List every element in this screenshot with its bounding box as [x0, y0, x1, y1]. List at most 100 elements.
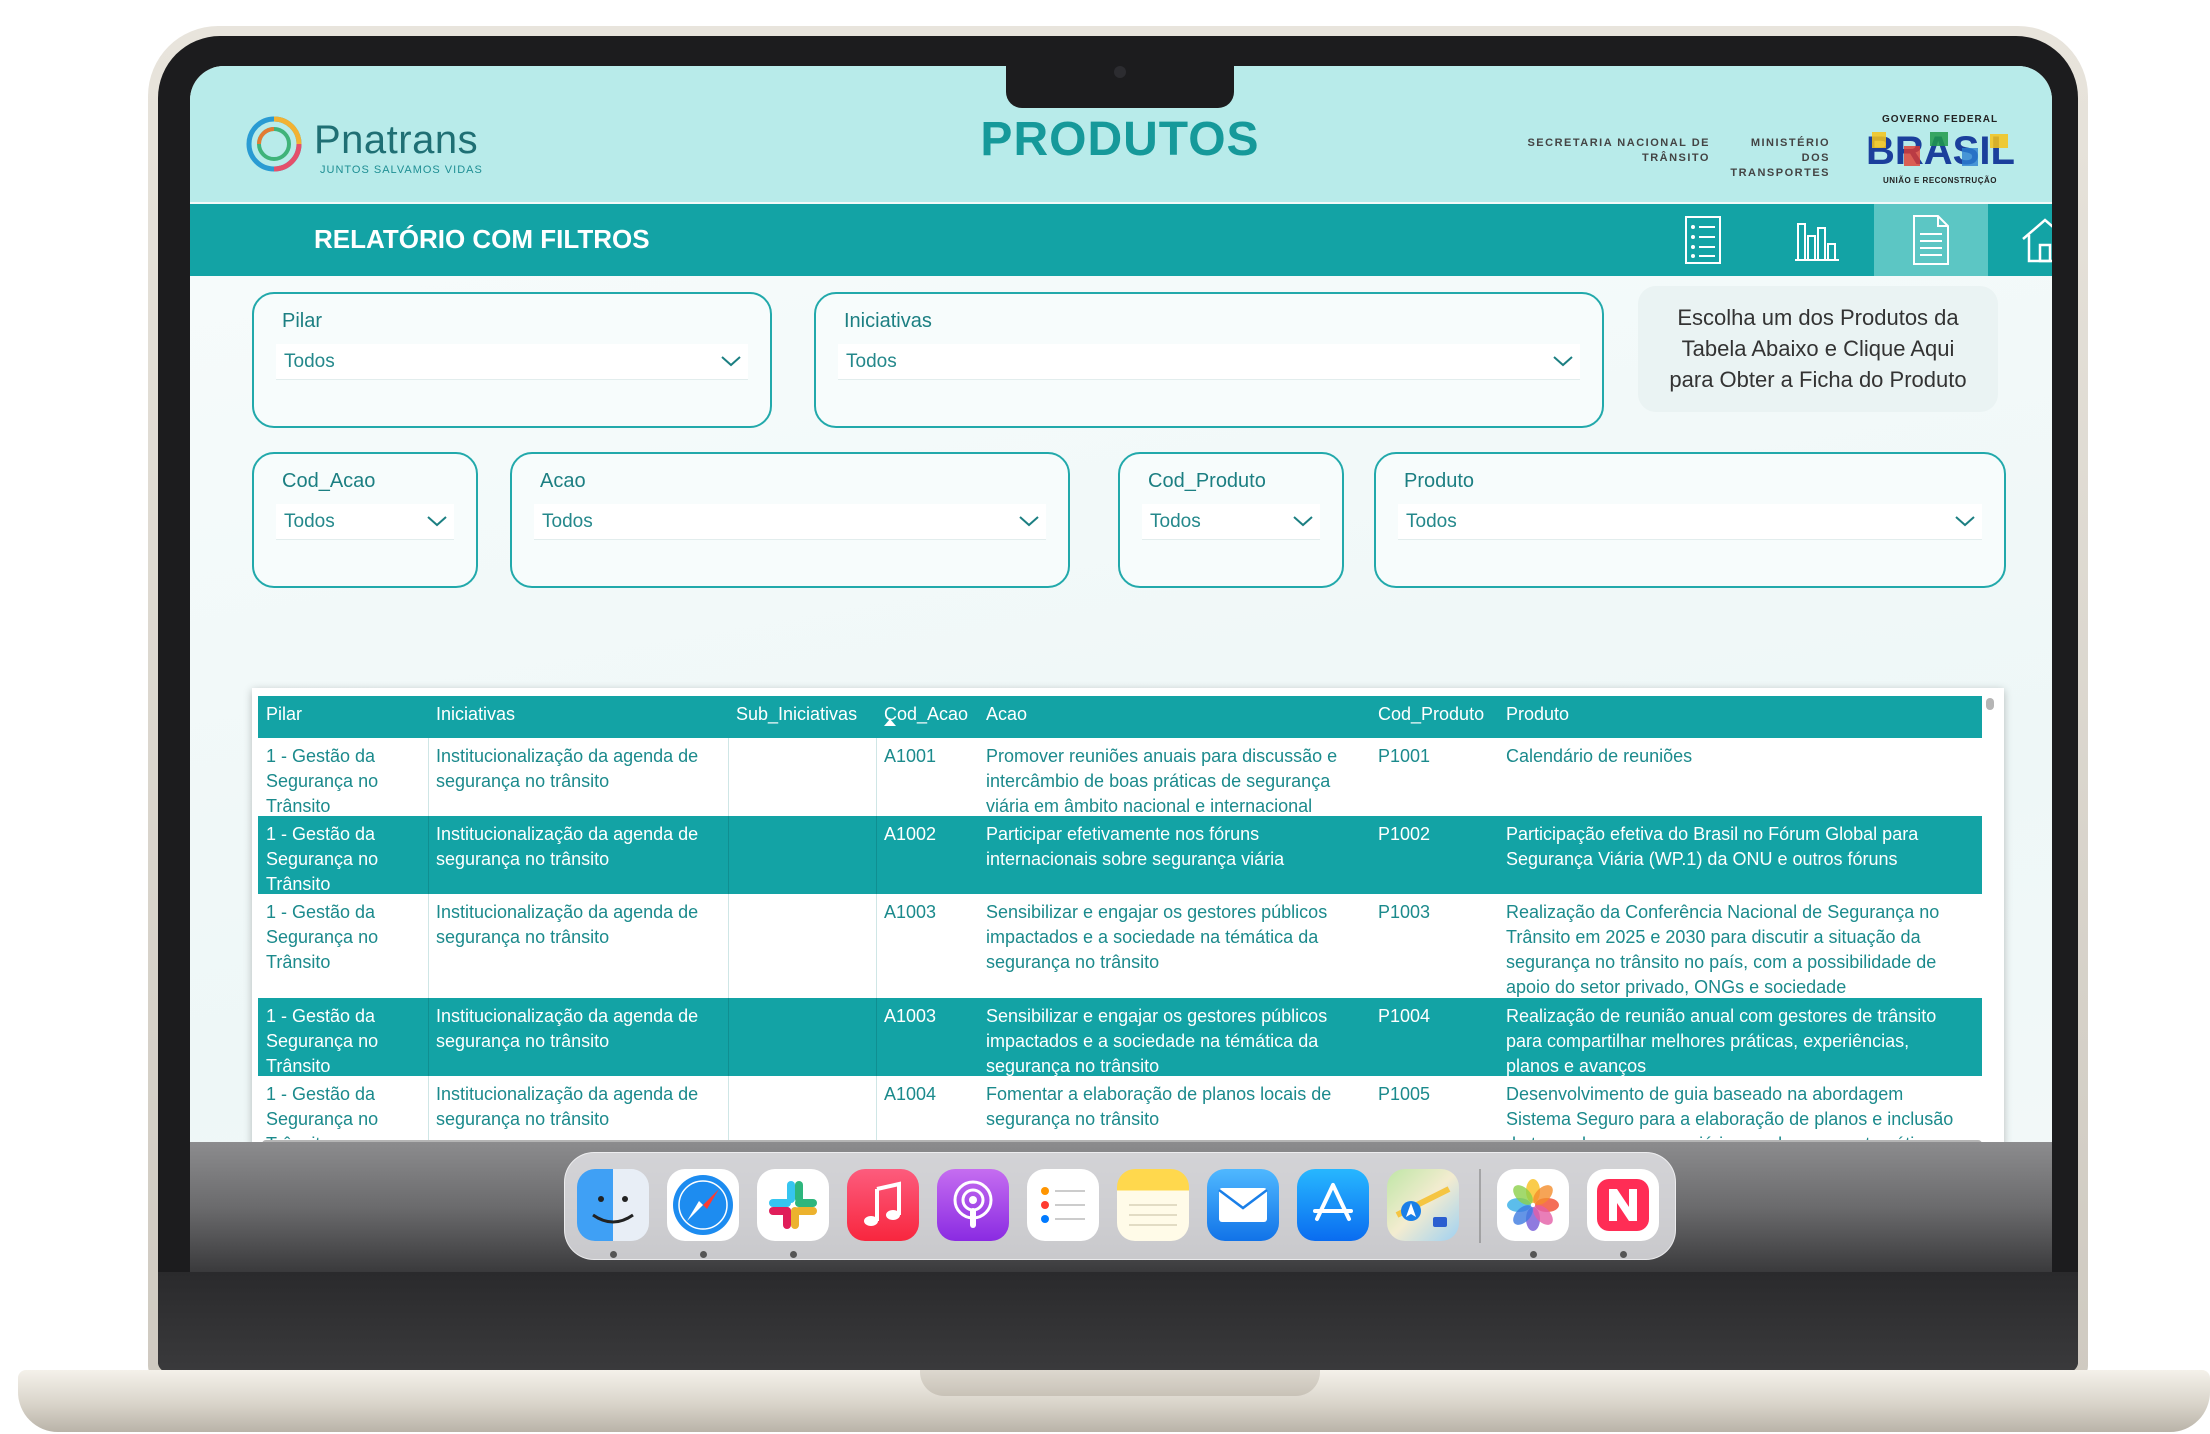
- column-header-pilar[interactable]: Pilar: [266, 704, 302, 725]
- dock-app-notes[interactable]: [1117, 1169, 1189, 1241]
- cell-line: segurança no trânsito: [436, 849, 610, 869]
- cell-line: para compartilhar melhores práticas, exp…: [1506, 1031, 1910, 1051]
- dock: [564, 1152, 1676, 1260]
- column-header-acao[interactable]: Acao: [986, 704, 1027, 725]
- cell-line: P1002: [1378, 824, 1431, 844]
- cell-line: Institucionalização da agenda de: [436, 824, 699, 844]
- pnatrans-logo-icon: [246, 116, 302, 172]
- table-row[interactable]: 1 - Gestão daSegurança noTrânsitoInstitu…: [258, 816, 1982, 894]
- cell-cod-produto: P1003: [1378, 900, 1430, 925]
- cell-line: 1 - Gestão da: [266, 1006, 376, 1026]
- column-header-cod-acao[interactable]: Cod_Acao: [884, 704, 968, 725]
- cell-acao: Sensibilizar e engajar os gestores públi…: [986, 900, 1327, 975]
- maps-icon: [1395, 1186, 1451, 1227]
- column-divider: [728, 738, 729, 816]
- dock-app-reminders[interactable]: [1027, 1169, 1099, 1241]
- cell-iniciativas: Institucionalização da agenda de seguranç…: [436, 900, 698, 950]
- dock-app-photos[interactable]: [1497, 1169, 1569, 1241]
- dock-running-dot: [1620, 1251, 1627, 1258]
- cell-cod-acao: A1003: [884, 900, 936, 925]
- column-header-produto[interactable]: Produto: [1506, 704, 1569, 725]
- brand-tagline: JUNTOS SALVAMOS VIDAS: [320, 164, 483, 176]
- cell-line: apoio do setor privado, ONGs e sociedade: [1506, 977, 1847, 997]
- filter-pilar-dropdown[interactable]: Todos: [276, 344, 748, 380]
- cell-line: A1001: [884, 746, 937, 766]
- filter-acao-label: Acao: [540, 470, 586, 492]
- column-divider: [428, 816, 429, 894]
- filter-iniciativas-value: Todos: [846, 351, 897, 372]
- column-header-sub-iniciativas[interactable]: Sub_Iniciativas: [736, 704, 857, 725]
- cell-line: Fomentar a elaboração de planos locais d…: [986, 1084, 1332, 1104]
- table-row[interactable]: 1 - Gestão daSegurança noTrânsitoInstitu…: [258, 738, 1982, 816]
- document-icon: [1913, 215, 1949, 265]
- dock-app-podcasts[interactable]: [937, 1169, 1009, 1241]
- cell-line: Segurança no: [266, 849, 379, 869]
- dock-app-music[interactable]: [847, 1169, 919, 1241]
- cell-pilar: 1 - Gestão daSegurança noTrânsito: [266, 744, 378, 819]
- screen-chin: [158, 1272, 2078, 1372]
- slack-icon: [769, 1181, 817, 1229]
- cell-line: P1005: [1378, 1084, 1431, 1104]
- dock-app-safari[interactable]: [667, 1169, 739, 1241]
- filter-produto-value: Todos: [1406, 511, 1457, 532]
- hint-line3: para Obter a Ficha do Produto: [1669, 367, 1967, 392]
- desktop-dock-area: [190, 1142, 2052, 1272]
- cell-line: Realização de reunião anual com gestores…: [1506, 1006, 1937, 1026]
- cell-line: A1003: [884, 902, 937, 922]
- filter-cod-produto: Cod_Produto Todos: [1118, 452, 1344, 588]
- filter-produto-dropdown[interactable]: Todos: [1398, 504, 1982, 540]
- news-icon: [1597, 1179, 1649, 1231]
- nav-button-home[interactable]: [1988, 204, 2052, 276]
- reminders-icon: [1041, 1187, 1085, 1223]
- cell-line: Trânsito: [266, 952, 331, 972]
- cell-line: segurança no trânsito no país, com a pos…: [1506, 952, 1937, 972]
- nav-button-list[interactable]: [1646, 204, 1760, 276]
- nav-button-report[interactable]: [1874, 204, 1988, 276]
- column-divider: [876, 738, 877, 816]
- products-table: Pilar Iniciativas Sub_Iniciativas Cod_Ac…: [252, 688, 2004, 1158]
- cell-line: Segurança no: [266, 771, 379, 791]
- dock-app-slack[interactable]: [757, 1169, 829, 1241]
- cell-line: segurança no trânsito: [986, 1109, 1160, 1129]
- cell-produto: Calendário de reuniões: [1506, 744, 1692, 769]
- dock-app-mail[interactable]: [1207, 1169, 1279, 1241]
- cell-cod-produto: P1004: [1378, 1004, 1430, 1029]
- filter-cod-acao-dropdown[interactable]: Todos: [276, 504, 454, 540]
- cell-line: Participar efetivamente nos fóruns: [986, 824, 1260, 844]
- cell-cod-acao: A1004: [884, 1082, 936, 1107]
- filter-pilar-label: Pilar: [282, 310, 323, 332]
- cell-cod-acao: A1003: [884, 1004, 936, 1029]
- vertical-scrollbar[interactable]: [1986, 698, 1994, 710]
- cell-line: P1004: [1378, 1006, 1431, 1026]
- table-row[interactable]: 1 - Gestão daSegurança noTrânsitoInstitu…: [258, 998, 1982, 1076]
- filter-cod-acao-value: Todos: [284, 511, 335, 532]
- column-header-cod-produto[interactable]: Cod_Produto: [1378, 704, 1484, 725]
- chevron-down-icon: [427, 516, 447, 527]
- screen: Pnatrans JUNTOS SALVAMOS VIDAS PRODUTOS …: [190, 66, 2052, 1272]
- nav-bar: RELATÓRIO COM FILTROS: [190, 204, 2052, 276]
- dock-app-news[interactable]: [1587, 1169, 1659, 1241]
- dock-app-store[interactable]: [1297, 1169, 1369, 1241]
- cell-iniciativas: Institucionalização da agenda de seguranç…: [436, 822, 698, 872]
- dock-app-maps[interactable]: [1387, 1169, 1459, 1241]
- product-sheet-button[interactable]: Escolha um dos Produtos da Tabela Abaixo…: [1638, 286, 1998, 412]
- table-row[interactable]: 1 - Gestão daSegurança noTrânsitoInstitu…: [258, 894, 1982, 998]
- filter-cod-produto-dropdown[interactable]: Todos: [1142, 504, 1320, 540]
- gov-ministerio: MINISTÉRIO DOS TRANSPORTES: [1720, 136, 1830, 181]
- filter-cod-produto-label: Cod_Produto: [1148, 470, 1266, 492]
- filter-iniciativas-dropdown[interactable]: Todos: [838, 344, 1580, 380]
- nav-button-charts[interactable]: [1760, 204, 1874, 276]
- column-header-iniciativas[interactable]: Iniciativas: [436, 704, 515, 725]
- dock-app-finder[interactable]: [577, 1169, 649, 1241]
- cell-line: Realização da Conferência Nacional de Se…: [1506, 902, 1940, 922]
- filter-acao-dropdown[interactable]: Todos: [534, 504, 1046, 540]
- cell-acao: Participar efetivamente nos fóruns intern…: [986, 822, 1284, 872]
- cell-line: Segurança no: [266, 927, 379, 947]
- cell-produto: Participação efetiva do Brasil no Fórum …: [1506, 822, 1918, 872]
- cell-line: segurança no trânsito: [436, 1109, 610, 1129]
- chevron-down-icon: [1955, 516, 1975, 527]
- filter-iniciativas-label: Iniciativas: [844, 310, 932, 332]
- cell-line: Promover reuniões anuais para discussão …: [986, 746, 1338, 766]
- list-icon: [1685, 216, 1721, 264]
- notes-icon: [1129, 1204, 1177, 1226]
